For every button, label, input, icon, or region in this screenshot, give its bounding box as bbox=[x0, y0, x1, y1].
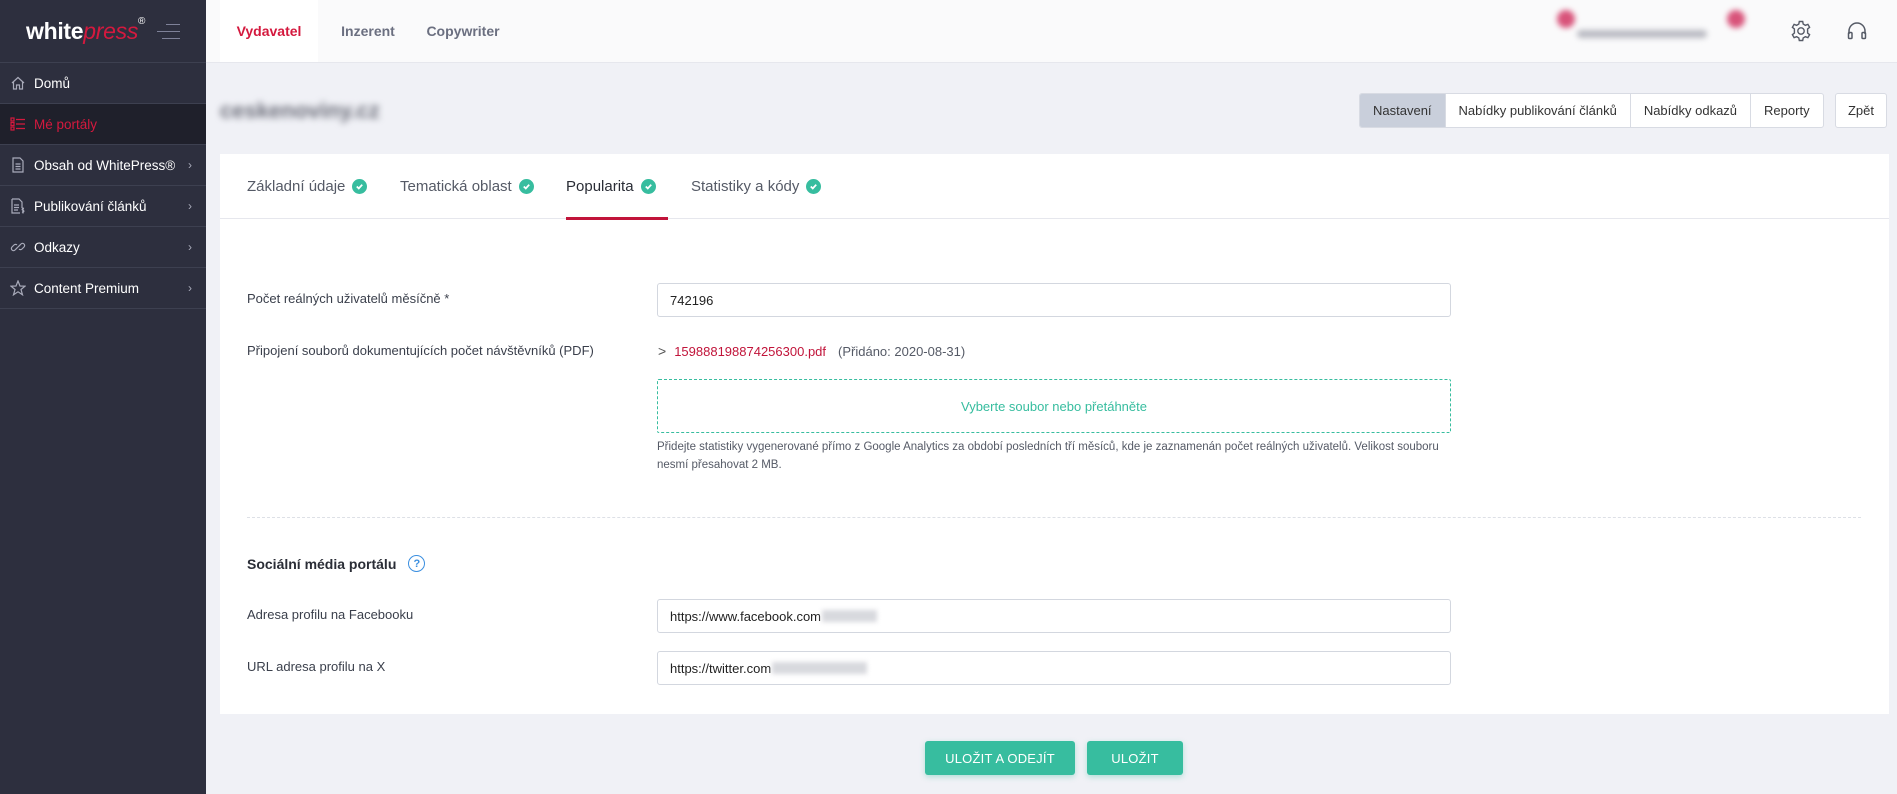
chevron-right-icon[interactable]: > bbox=[658, 343, 666, 359]
monthly-users-input[interactable]: 742196 bbox=[657, 283, 1451, 317]
sidebar-item-me-portaly[interactable]: Mé portály bbox=[0, 104, 206, 145]
sidebar-item-label: Obsah od WhitePress® bbox=[34, 157, 176, 173]
section-divider bbox=[247, 517, 1861, 518]
sidebar-item-obsah[interactable]: Obsah od WhitePress® › bbox=[0, 145, 206, 186]
logo-row: whitepress® bbox=[0, 0, 206, 63]
sidebar-item-domu[interactable]: Domů bbox=[0, 63, 206, 104]
twitter-url-value: https://twitter.com bbox=[670, 660, 772, 676]
file-dropzone[interactable]: Vyberte soubor nebo přetáhněte bbox=[657, 379, 1451, 433]
attachment-hint: Přidejte statistiky vygenerované přímo z… bbox=[657, 441, 1439, 471]
facebook-url-input[interactable]: https://www.facebook.com bbox=[657, 599, 1451, 633]
logo[interactable]: whitepress® bbox=[26, 15, 146, 45]
link-icon bbox=[10, 239, 26, 255]
save-button[interactable]: ULOŽIT bbox=[1087, 741, 1183, 775]
redacted-text bbox=[772, 662, 868, 674]
chevron-right-icon: › bbox=[188, 158, 192, 172]
save-and-exit-button[interactable]: ULOŽIT A ODEJÍT bbox=[925, 741, 1075, 775]
portal-nav-group: Nastavení Nabídky publikování článků Nab… bbox=[1359, 93, 1824, 128]
user-account-blurred[interactable] bbox=[1545, 10, 1760, 46]
facebook-label: Adresa profilu na Facebooku bbox=[247, 607, 414, 622]
tab-popularita[interactable]: Popularita bbox=[566, 154, 668, 220]
sidebar-item-label: Mé portály bbox=[34, 116, 98, 132]
sidebar: whitepress® Domů Mé portály Obsah od Whi… bbox=[0, 0, 206, 794]
list-icon bbox=[10, 116, 26, 132]
headset-icon[interactable] bbox=[1845, 19, 1869, 43]
attached-file: > 159888198874256300.pdf (Přidáno: 2020-… bbox=[658, 343, 965, 359]
attached-file-link[interactable]: 159888198874256300.pdf bbox=[674, 344, 826, 359]
sidebar-item-publikovani[interactable]: Publikování článků › bbox=[0, 186, 206, 227]
page-title: ceskenoviny.cz bbox=[220, 98, 380, 123]
twitter-label: URL adresa profilu na X bbox=[247, 659, 386, 674]
logo-registered-mark: ® bbox=[138, 15, 146, 27]
star-icon bbox=[10, 280, 26, 296]
document-dollar-icon bbox=[10, 198, 26, 214]
monthly-users-label: Počet reálných uživatelů měsíčně * bbox=[247, 291, 450, 306]
twitter-url-input[interactable]: https://twitter.com bbox=[657, 651, 1451, 685]
check-circle-icon bbox=[640, 179, 656, 194]
sidebar-item-label: Publikování článků bbox=[34, 198, 147, 214]
tab-vydavatel[interactable]: Vydavatel bbox=[220, 0, 318, 62]
tab-label: Základní údaje bbox=[247, 178, 346, 195]
back-button[interactable]: Zpět bbox=[1835, 93, 1887, 128]
tab-label: Popularita bbox=[566, 178, 634, 195]
nastaveni-button[interactable]: Nastavení bbox=[1360, 94, 1445, 127]
topbar: Vydavatel Inzerent Copywriter bbox=[206, 0, 1897, 63]
sidebar-item-label: Odkazy bbox=[34, 239, 80, 255]
logo-text-press: press bbox=[83, 17, 139, 44]
settings-tabs: Základní údaje Tematická oblast Populari… bbox=[220, 154, 1889, 220]
facebook-url-value: https://www.facebook.com bbox=[670, 608, 822, 624]
tab-label: Tematická oblast bbox=[400, 178, 512, 195]
tab-statistiky-a-kody[interactable]: Statistiky a kódy bbox=[691, 154, 822, 219]
nabidky-publikovani-button[interactable]: Nabídky publikování článků bbox=[1444, 94, 1630, 127]
sidebar-item-odkazy[interactable]: Odkazy › bbox=[0, 227, 206, 268]
chevron-right-icon: › bbox=[188, 240, 192, 254]
sidebar-item-label: Content Premium bbox=[34, 280, 140, 296]
chevron-right-icon: › bbox=[188, 281, 192, 295]
tab-label: Statistiky a kódy bbox=[691, 178, 800, 195]
check-circle-icon bbox=[806, 179, 822, 194]
tab-tematicka-oblast[interactable]: Tematická oblast bbox=[400, 154, 534, 219]
home-icon bbox=[10, 75, 26, 91]
check-circle-icon bbox=[518, 179, 534, 194]
nabidky-odkazu-button[interactable]: Nabídky odkazů bbox=[1629, 94, 1750, 127]
document-icon bbox=[10, 157, 26, 173]
check-circle-icon bbox=[352, 179, 368, 194]
settings-card: Základní údaje Tematická oblast Populari… bbox=[220, 154, 1889, 714]
tab-copywriter[interactable]: Copywriter bbox=[418, 0, 508, 62]
sidebar-item-content-premium[interactable]: Content Premium › bbox=[0, 268, 206, 309]
chevron-right-icon: › bbox=[188, 199, 192, 213]
logo-text-white: white bbox=[26, 17, 84, 44]
tab-inzerent[interactable]: Inzerent bbox=[326, 0, 410, 62]
attachment-label: Připojení souborů dokumentujících počet … bbox=[247, 343, 594, 358]
menu-toggle-icon[interactable] bbox=[156, 24, 180, 40]
attached-file-date: (Přidáno: 2020-08-31) bbox=[838, 343, 966, 359]
sidebar-item-label: Domů bbox=[34, 75, 71, 91]
redacted-text bbox=[822, 610, 878, 622]
help-icon[interactable]: ? bbox=[408, 555, 426, 572]
reporty-button[interactable]: Reporty bbox=[1750, 94, 1823, 127]
gear-icon[interactable] bbox=[1789, 19, 1813, 43]
social-section-title-text: Sociální média portálu bbox=[247, 555, 397, 572]
social-section-title: Sociální média portálu ? bbox=[247, 555, 426, 572]
tab-zakladni-udaje[interactable]: Základní údaje bbox=[247, 154, 368, 219]
